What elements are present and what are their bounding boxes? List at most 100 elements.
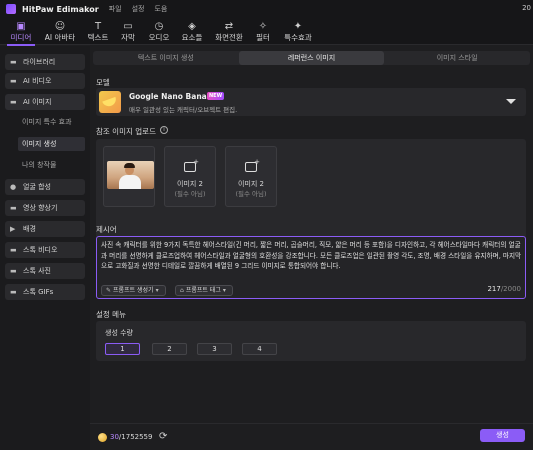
tool-subtitle-label: 자막 (121, 33, 135, 42)
info-icon[interactable]: i (160, 126, 168, 134)
play-icon: ▶ (10, 225, 16, 233)
menu-file[interactable]: 파일 (109, 4, 122, 14)
tool-subtitle[interactable]: ▭ 자막 (117, 20, 139, 44)
folder-icon: ▬ (10, 58, 17, 66)
chevron-down-icon[interactable] (506, 99, 516, 104)
folder-icon: ▬ (10, 77, 17, 85)
slot-subtitle: (필수 아님) (174, 190, 206, 198)
sidebar-item-label: AI 이미지 (23, 98, 52, 106)
prompt-label: 제시어 (96, 225, 117, 234)
sidebar-sub-my-creations[interactable]: 나의 창작물 (22, 158, 56, 172)
sidebar-item-background[interactable]: ▶ 배경 (5, 221, 85, 237)
prompt-tag-button[interactable]: ⌂ 프롬프트 태그 ▾ (175, 285, 233, 296)
reference-upload-label: 참조 이미지 업로드 (96, 127, 156, 136)
chevron-down-icon: ▾ (222, 287, 226, 294)
sidebar-item-face-swap[interactable]: ● 얼굴 합성 (5, 179, 85, 195)
top-toolbar: ▣ 미디어 ☺ AI 아바타 T 텍스트 ▭ 자막 ◷ 오디오 ◈ 요소들 ⇄ … (0, 18, 533, 46)
count-option-3[interactable]: 3 (197, 343, 232, 355)
model-label: 모델 (96, 78, 110, 87)
coin-icon (98, 433, 107, 442)
sidebar-item-label: 스톡 GIFs (23, 288, 54, 296)
sidebar-item-ai-image[interactable]: ▬ AI 이미지 (5, 94, 85, 110)
avatar-icon: ☺ (54, 21, 66, 32)
sidebar-item-library[interactable]: ▬ 라이브러리 (5, 54, 85, 70)
credits-display: 30/1752559 (110, 433, 152, 441)
tool-effects[interactable]: ✦ 특수효과 (281, 20, 315, 44)
prompt-generator-button[interactable]: ✎ 프롬프트 생성기 ▾ (101, 285, 166, 296)
sidebar-item-stock-photo[interactable]: ▬ 스톡 사진 (5, 263, 85, 279)
sidebar-item-label: 라이브러리 (23, 58, 56, 66)
count-option-4[interactable]: 4 (242, 343, 277, 355)
tab-reference-image[interactable]: 레퍼런스 이미지 (238, 51, 385, 65)
tool-media-label: 미디어 (10, 33, 32, 42)
char-max: /2000 (500, 285, 521, 293)
slot-subtitle: (필수 아님) (235, 190, 267, 198)
char-counter: 217/2000 (487, 285, 521, 293)
reference-slot-3[interactable]: 이미지 2 (필수 아님) (225, 146, 277, 207)
tool-text[interactable]: T 텍스트 (84, 20, 112, 44)
tab-text-to-image[interactable]: 텍스트 이미지 생성 (93, 51, 239, 65)
prompt-text[interactable]: 사진 속 캐릭터를 위한 9가지 독특한 헤어스타일(긴 머리, 짧은 머리, … (101, 240, 523, 272)
tool-ai-avatar[interactable]: ☺ AI 아바타 (41, 20, 79, 44)
text-icon: T (94, 21, 102, 32)
folder-icon: ▬ (10, 246, 17, 254)
reference-slot-2[interactable]: 이미지 2 (필수 아님) (164, 146, 216, 207)
add-image-icon (245, 158, 260, 172)
chevron-down-icon: ▾ (155, 287, 159, 294)
sidebar-item-stock-gifs[interactable]: ▬ 스톡 GIFs (5, 284, 85, 300)
model-name: Google Nano Banana (129, 92, 218, 101)
magic-pen-icon: ✎ (106, 287, 112, 294)
sidebar-sub-image-effects[interactable]: 이미지 특수 효과 (22, 115, 72, 129)
tool-filter[interactable]: ✧ 필터 (252, 20, 274, 44)
count-option-1[interactable]: 1 (105, 343, 140, 355)
photo-body-shape (119, 175, 141, 189)
credits-total: /1752559 (118, 433, 153, 441)
sidebar-item-ai-video[interactable]: ▬ AI 비디오 (5, 73, 85, 89)
folder-icon: ▬ (10, 288, 17, 296)
generate-button[interactable]: 생성 (480, 429, 525, 442)
tool-text-label: 텍스트 (87, 33, 109, 42)
filter-icon: ✧ (258, 21, 268, 32)
reference-slot-1[interactable] (103, 146, 155, 207)
model-selector[interactable]: Google Nano Banana NEW 매우 일관성 있는 캐릭터/오브젝… (96, 88, 526, 116)
folder-icon: ▬ (10, 204, 17, 212)
media-icon: ▣ (16, 21, 26, 32)
new-badge: NEW (207, 92, 225, 100)
sidebar-item-stock-video[interactable]: ▬ 스톡 비디오 (5, 242, 85, 258)
tool-elements-label: 요소들 (181, 33, 203, 42)
prompt-generator-label: 프롬프트 생성기 (113, 287, 154, 294)
tool-media[interactable]: ▣ 미디어 (5, 20, 37, 46)
sidebar-item-label: 스톡 비디오 (23, 246, 58, 254)
app-logo-icon (6, 4, 16, 14)
face-icon: ● (10, 183, 17, 191)
refresh-icon[interactable]: ⟳ (159, 431, 167, 442)
prompt-textarea[interactable]: 사진 속 캐릭터를 위한 9가지 독특한 헤어스타일(긴 머리, 짧은 머리, … (96, 236, 526, 299)
sidebar-sub-image-generate[interactable]: 이미지 생성 (18, 137, 85, 151)
model-description: 매우 일관성 있는 캐릭터/오브젝트 편집. (129, 106, 238, 114)
sidebar-item-label: AI 비디오 (23, 77, 52, 85)
count-option-2[interactable]: 2 (152, 343, 187, 355)
menu-settings[interactable]: 설정 (132, 4, 145, 14)
tool-audio-label: 오디오 (148, 33, 170, 42)
tool-elements[interactable]: ◈ 요소들 (178, 20, 206, 44)
effects-icon: ✦ (293, 21, 303, 32)
mode-tabs: 텍스트 이미지 생성 레퍼런스 이미지 이미지 스타일 (93, 51, 530, 65)
menu-help[interactable]: 도움 (154, 4, 167, 14)
title-bar: HitPaw Edimakor 파일 설정 도움 20 (0, 0, 533, 18)
subtitle-icon: ▭ (123, 21, 133, 32)
sidebar-item-video-enhancer[interactable]: ▬ 영상 향상기 (5, 200, 85, 216)
model-thumbnail (99, 91, 121, 113)
tool-filter-label: 필터 (256, 33, 270, 42)
audio-icon: ◷ (154, 21, 164, 32)
bottom-bar: 30/1752559 ⟳ 생성 (90, 423, 533, 450)
folder-icon: ▬ (10, 267, 17, 275)
title-right-text: 20 (522, 4, 531, 12)
photo-hair-shape (124, 163, 135, 168)
sidebar-item-label: 배경 (23, 225, 36, 233)
tab-image-style[interactable]: 이미지 스타일 (384, 51, 530, 65)
tool-effects-label: 특수효과 (284, 33, 312, 42)
prompt-tag-label: 프롬프트 태그 (185, 287, 221, 294)
tool-transition[interactable]: ⇄ 화면전환 (212, 20, 246, 44)
settings-panel: 생성 수량 1 2 3 4 (96, 321, 526, 361)
tool-audio[interactable]: ◷ 오디오 (145, 20, 173, 44)
